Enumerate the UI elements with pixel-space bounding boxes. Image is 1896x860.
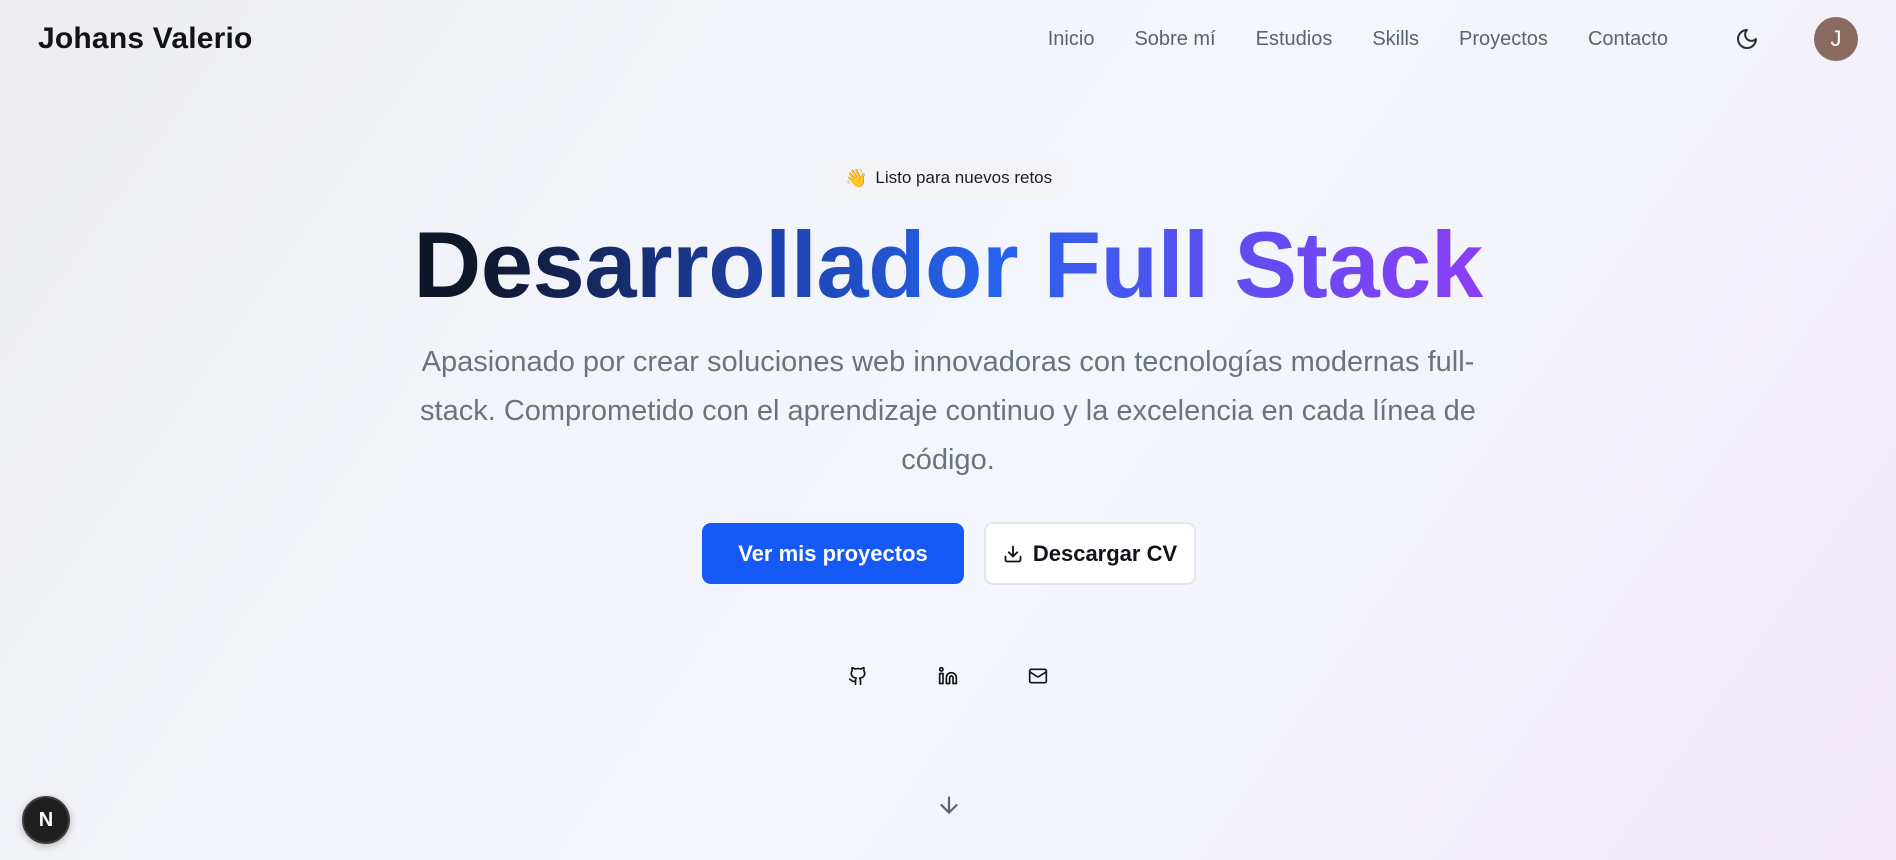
status-badge: 👋 Listo para nuevos retos [827,159,1071,197]
download-icon [1004,545,1022,562]
hero-subtitle: Apasionado por crear soluciones web inno… [420,346,1476,476]
status-badge-label: Listo para nuevos retos [875,168,1053,187]
hero-actions: Ver mis proyectos Descargar CV [702,522,1196,585]
download-cv-label: Descargar CV [1032,540,1178,566]
linkedin-link[interactable] [928,660,968,692]
social-links [838,660,1058,692]
wave-emoji: 👋 [845,167,868,188]
nextjs-badge-label: N [38,808,54,831]
download-cv-button[interactable]: Descargar CV [984,522,1196,585]
email-link[interactable] [1018,660,1058,692]
github-link[interactable] [838,660,878,692]
hero-title: Desarrollador Full Stack [0,210,1896,320]
view-projects-button[interactable]: Ver mis proyectos [702,523,964,584]
linkedin-icon [938,666,958,685]
arrow-down-icon [940,796,958,814]
mail-icon [1028,668,1048,684]
nextjs-dev-badge[interactable]: N [22,796,70,844]
scroll-down-button[interactable] [934,790,964,820]
github-icon [848,666,866,686]
hero-section: 👋 Listo para nuevos retos Desarrollador … [0,0,1896,860]
